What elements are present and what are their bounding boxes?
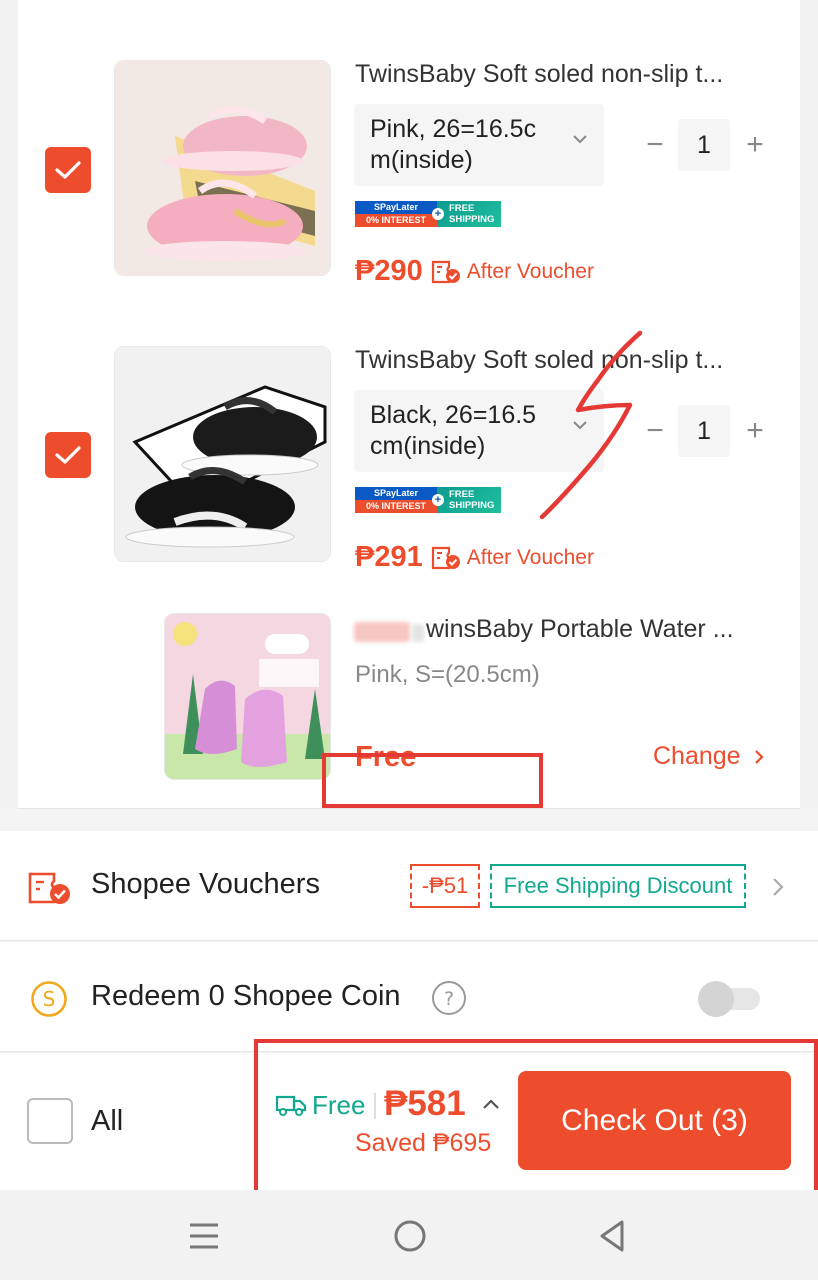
free-shipping-badge: FREE SHIPPING <box>437 201 501 227</box>
gift-variant: Pink, S=(20.5cm) <box>355 661 540 688</box>
item-1-price-row: ₱290 After Voucher <box>355 255 594 288</box>
section-gap <box>0 809 818 831</box>
change-label: Change <box>653 742 741 770</box>
plus-icon: + <box>432 494 444 506</box>
back-icon[interactable] <box>596 1218 628 1254</box>
svg-text:?: ? <box>444 988 454 1010</box>
coin-toggle[interactable] <box>698 981 760 1017</box>
item-1-title[interactable]: TwinsBaby Soft soled non-slip t... <box>355 60 757 89</box>
chevron-right-icon <box>773 878 784 896</box>
pink-sneakers-image[interactable] <box>114 60 331 276</box>
check-icon <box>55 446 81 464</box>
item-2-variant-text: Black, 26=16.5 cm(inside) <box>370 401 537 460</box>
plus-icon: + <box>432 208 444 220</box>
system-nav-bar <box>0 1190 818 1280</box>
chevron-right-icon <box>754 749 764 764</box>
free-shipping-voucher-tag[interactable]: Free Shipping Discount <box>490 864 746 908</box>
svg-text:S: S <box>43 987 56 1011</box>
discount-voucher-tag[interactable]: -₱51 <box>410 864 480 908</box>
toggle-knob <box>698 981 734 1017</box>
item-1-decrease-button[interactable]: − <box>640 130 670 160</box>
black-sneakers-image[interactable] <box>114 346 331 562</box>
voucher-icon <box>431 546 460 569</box>
select-all-checkbox[interactable] <box>27 1098 73 1144</box>
item-2-checkbox[interactable] <box>45 432 91 478</box>
free-shipping-badge: FREE SHIPPING <box>437 487 501 513</box>
item-1-price: ₱290 <box>355 255 423 287</box>
item-1-increase-button[interactable]: + <box>740 130 770 160</box>
pink-shoe-cover-image[interactable] <box>164 613 331 780</box>
help-icon[interactable]: ? <box>431 980 467 1016</box>
item-1-promo-badges: SPayLater 0% INTEREST + FREE SHIPPING <box>355 201 501 227</box>
gift-change-link[interactable]: Change <box>653 742 765 771</box>
shopee-coin-row: S Redeem 0 Shopee Coin ? <box>0 942 818 1052</box>
item-2-promo-badges: SPayLater 0% INTEREST + FREE SHIPPING <box>355 487 501 513</box>
item-1-variant-text: Pink, 26=16.5c m(inside) <box>370 115 537 174</box>
shopee-vouchers-row[interactable]: Shopee Vouchers -₱51 Free Shipping Disco… <box>0 831 818 941</box>
coin-icon: S <box>31 981 67 1017</box>
home-icon[interactable] <box>392 1218 428 1254</box>
item-1-checkbox[interactable] <box>45 147 91 193</box>
vouchers-label: Shopee Vouchers <box>91 868 320 900</box>
blurred-tag <box>412 624 424 642</box>
menu-icon[interactable] <box>188 1220 220 1252</box>
voucher-icon <box>28 872 70 904</box>
item-2-price: ₱291 <box>355 541 423 573</box>
spaylater-badge: SPayLater 0% INTEREST + <box>355 201 444 227</box>
item-2-quantity[interactable]: 1 <box>678 405 730 457</box>
blurred-tag <box>354 622 410 642</box>
item-1-quantity[interactable]: 1 <box>678 119 730 171</box>
select-all-label: All <box>91 1105 124 1137</box>
item-2-price-note: After Voucher <box>466 545 594 569</box>
check-icon <box>55 161 81 179</box>
chevron-down-icon <box>573 135 587 144</box>
gift-title[interactable]: winsBaby Portable Water ... <box>426 615 766 644</box>
item-2-price-row: ₱291 After Voucher <box>355 541 594 574</box>
voucher-icon <box>431 260 460 283</box>
annotation-box <box>322 753 543 808</box>
item-1-variant-selector[interactable]: Pink, 26=16.5c m(inside) <box>354 104 604 186</box>
item-1-price-note: After Voucher <box>466 259 594 283</box>
annotation-scribble <box>539 330 643 520</box>
item-2-increase-button[interactable]: + <box>740 416 770 446</box>
coin-label: Redeem 0 Shopee Coin <box>91 980 401 1012</box>
spaylater-badge: SPayLater 0% INTEREST + <box>355 487 444 513</box>
